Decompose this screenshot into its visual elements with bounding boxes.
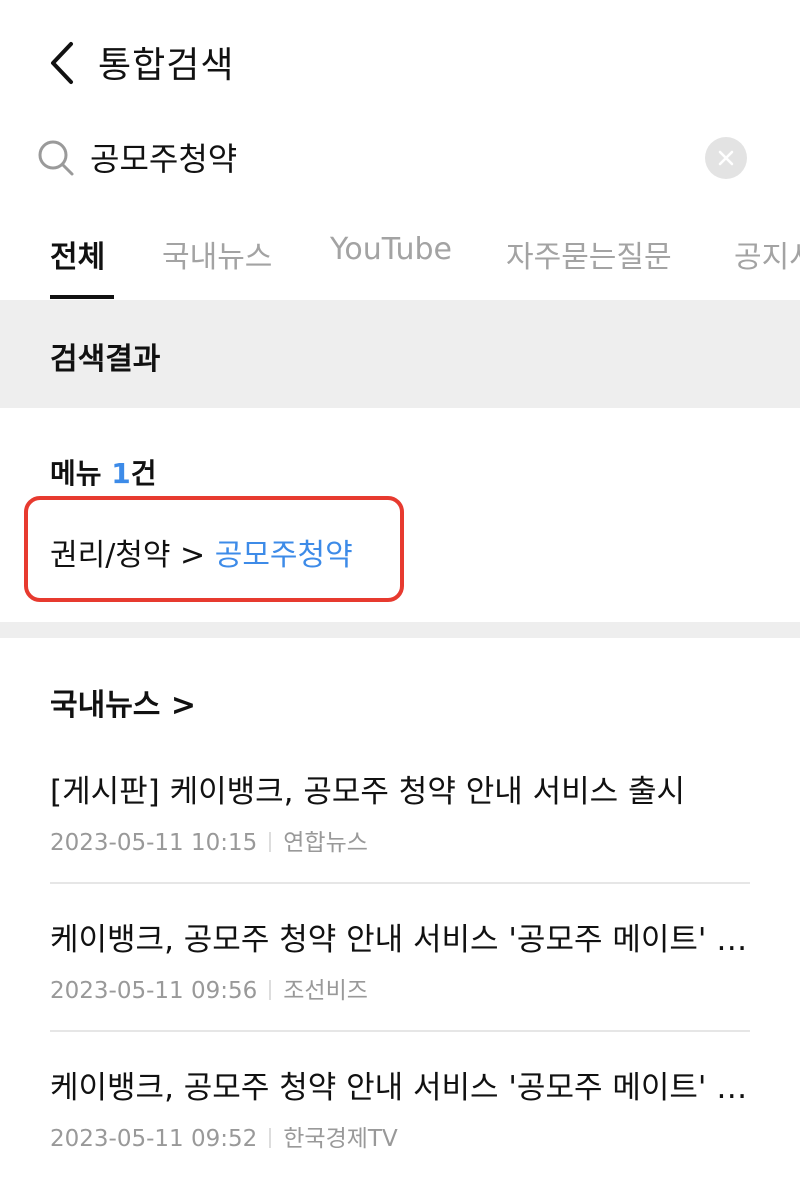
news-title: 케이뱅크, 공모주 청약 안내 서비스 '공모주 메이트' 출시 — [50, 922, 750, 958]
tab-faq[interactable]: 자주묻는질문 — [506, 232, 672, 276]
page-title: 통합검색 — [98, 45, 235, 86]
news-datetime: 2023-05-11 09:52 — [50, 1126, 258, 1152]
clear-search-button[interactable] — [705, 137, 747, 179]
news-source: 한국경제TV — [283, 1126, 398, 1152]
section-divider — [0, 622, 800, 638]
tab-domestic-news[interactable]: 국내뉴스 — [162, 232, 272, 276]
chevron-left-icon — [51, 42, 73, 84]
meta-separator — [269, 1128, 272, 1148]
back-button[interactable] — [40, 38, 84, 88]
news-title: [게시판] 케이뱅크, 공모주 청약 안내 서비스 출시 — [50, 774, 686, 810]
menu-results-heading: 메뉴 1건 — [50, 452, 157, 492]
results-section-header: 검색결과 — [0, 300, 800, 408]
news-datetime: 2023-05-11 09:56 — [50, 978, 258, 1004]
search-icon — [38, 140, 74, 176]
tab-notice[interactable]: 공지사 — [734, 232, 800, 276]
menu-result-link[interactable]: 권리/청약 > 공모주청약 — [50, 530, 353, 574]
news-divider — [50, 882, 750, 884]
close-icon — [718, 150, 734, 166]
tab-all[interactable]: 전체 — [50, 232, 105, 276]
menu-count: 1 — [111, 457, 131, 490]
news-item[interactable]: [게시판] 케이뱅크, 공모주 청약 안내 서비스 출시 2023-05-11 … — [50, 766, 750, 857]
news-section-link[interactable]: 국내뉴스 > — [50, 680, 196, 724]
menu-path-prefix: 권리/청약 > — [50, 538, 215, 573]
meta-separator — [269, 980, 272, 1000]
news-meta: 2023-05-11 09:56 조선비즈 — [50, 971, 750, 1005]
header: 통합검색 — [0, 0, 800, 120]
menu-count-suffix: 건 — [130, 457, 157, 490]
tab-youtube[interactable]: YouTube — [330, 232, 452, 267]
news-divider — [50, 1030, 750, 1032]
news-source: 연합뉴스 — [283, 830, 368, 856]
search-input[interactable] — [90, 132, 680, 182]
tab-bar: 전체 국내뉴스 YouTube 자주묻는질문 공지사 — [0, 220, 800, 300]
news-source: 조선비즈 — [283, 978, 368, 1004]
menu-results: 메뉴 1건 권리/청약 > 공모주청약 — [0, 408, 800, 622]
integrated-search-screen: 통합검색 전체 국내뉴스 YouTube 자주묻는질문 공지사 검색결과 메뉴 … — [0, 0, 800, 1203]
meta-separator — [269, 832, 272, 852]
search-bar — [0, 120, 800, 200]
news-item[interactable]: 케이뱅크, 공모주 청약 안내 서비스 '공모주 메이트' 출시 2023-05… — [50, 914, 750, 1005]
news-title: 케이뱅크, 공모주 청약 안내 서비스 '공모주 메이트' 출시 — [50, 1070, 750, 1106]
news-item[interactable]: 케이뱅크, 공모주 청약 안내 서비스 '공모주 메이트' 출시 2023-05… — [50, 1062, 750, 1153]
results-section-title: 검색결과 — [50, 342, 161, 377]
menu-label: 메뉴 — [50, 457, 102, 490]
news-meta: 2023-05-11 10:15 연합뉴스 — [50, 823, 750, 857]
menu-path-link: 공모주청약 — [214, 538, 353, 573]
news-datetime: 2023-05-11 10:15 — [50, 830, 258, 856]
news-meta: 2023-05-11 09:52 한국경제TV — [50, 1119, 750, 1153]
active-tab-indicator — [50, 295, 114, 299]
